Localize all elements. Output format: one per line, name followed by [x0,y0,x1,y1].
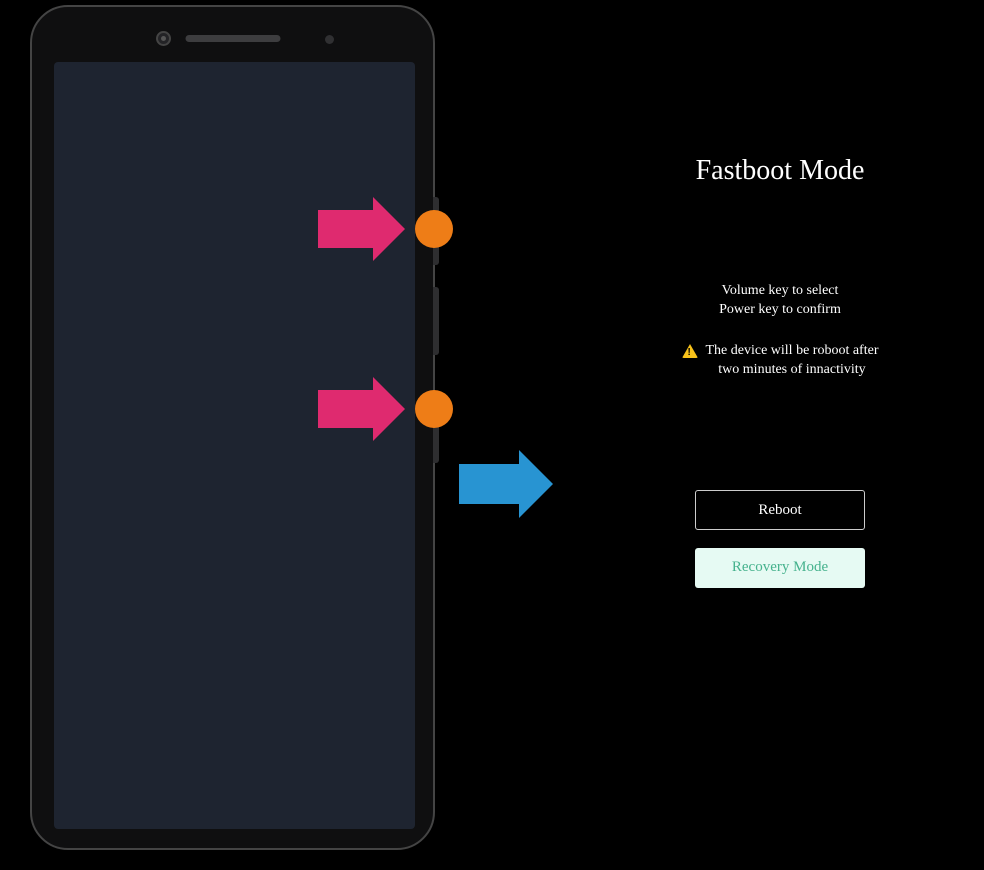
press-marker-icon [415,210,453,248]
phone-screen [54,62,415,829]
fastboot-warning: The device will be roboot after two minu… [600,342,960,380]
result-arrow-icon [459,450,553,518]
proximity-sensor-icon [325,35,334,44]
press-arrow-icon [318,377,405,441]
warning-line: two minutes of innactivity [718,362,865,377]
recovery-mode-button[interactable]: Recovery Mode [695,548,865,588]
volume-down-button[interactable] [433,287,439,355]
instruction-line: Power key to confirm [719,302,841,317]
press-marker-icon [415,390,453,428]
warning-line: The device will be roboot after [706,343,879,358]
press-arrow-icon [318,197,405,261]
fastboot-title: Fastboot Mode [600,155,960,187]
earpiece-speaker-icon [185,35,280,42]
warning-triangle-icon [682,344,698,358]
fastboot-instructions: Volume key to select Power key to confir… [600,282,960,320]
fastboot-screen: Fastboot Mode Volume key to select Power… [600,155,960,606]
front-camera-icon [156,31,171,46]
instruction-line: Volume key to select [722,283,839,298]
reboot-button[interactable]: Reboot [695,490,865,530]
